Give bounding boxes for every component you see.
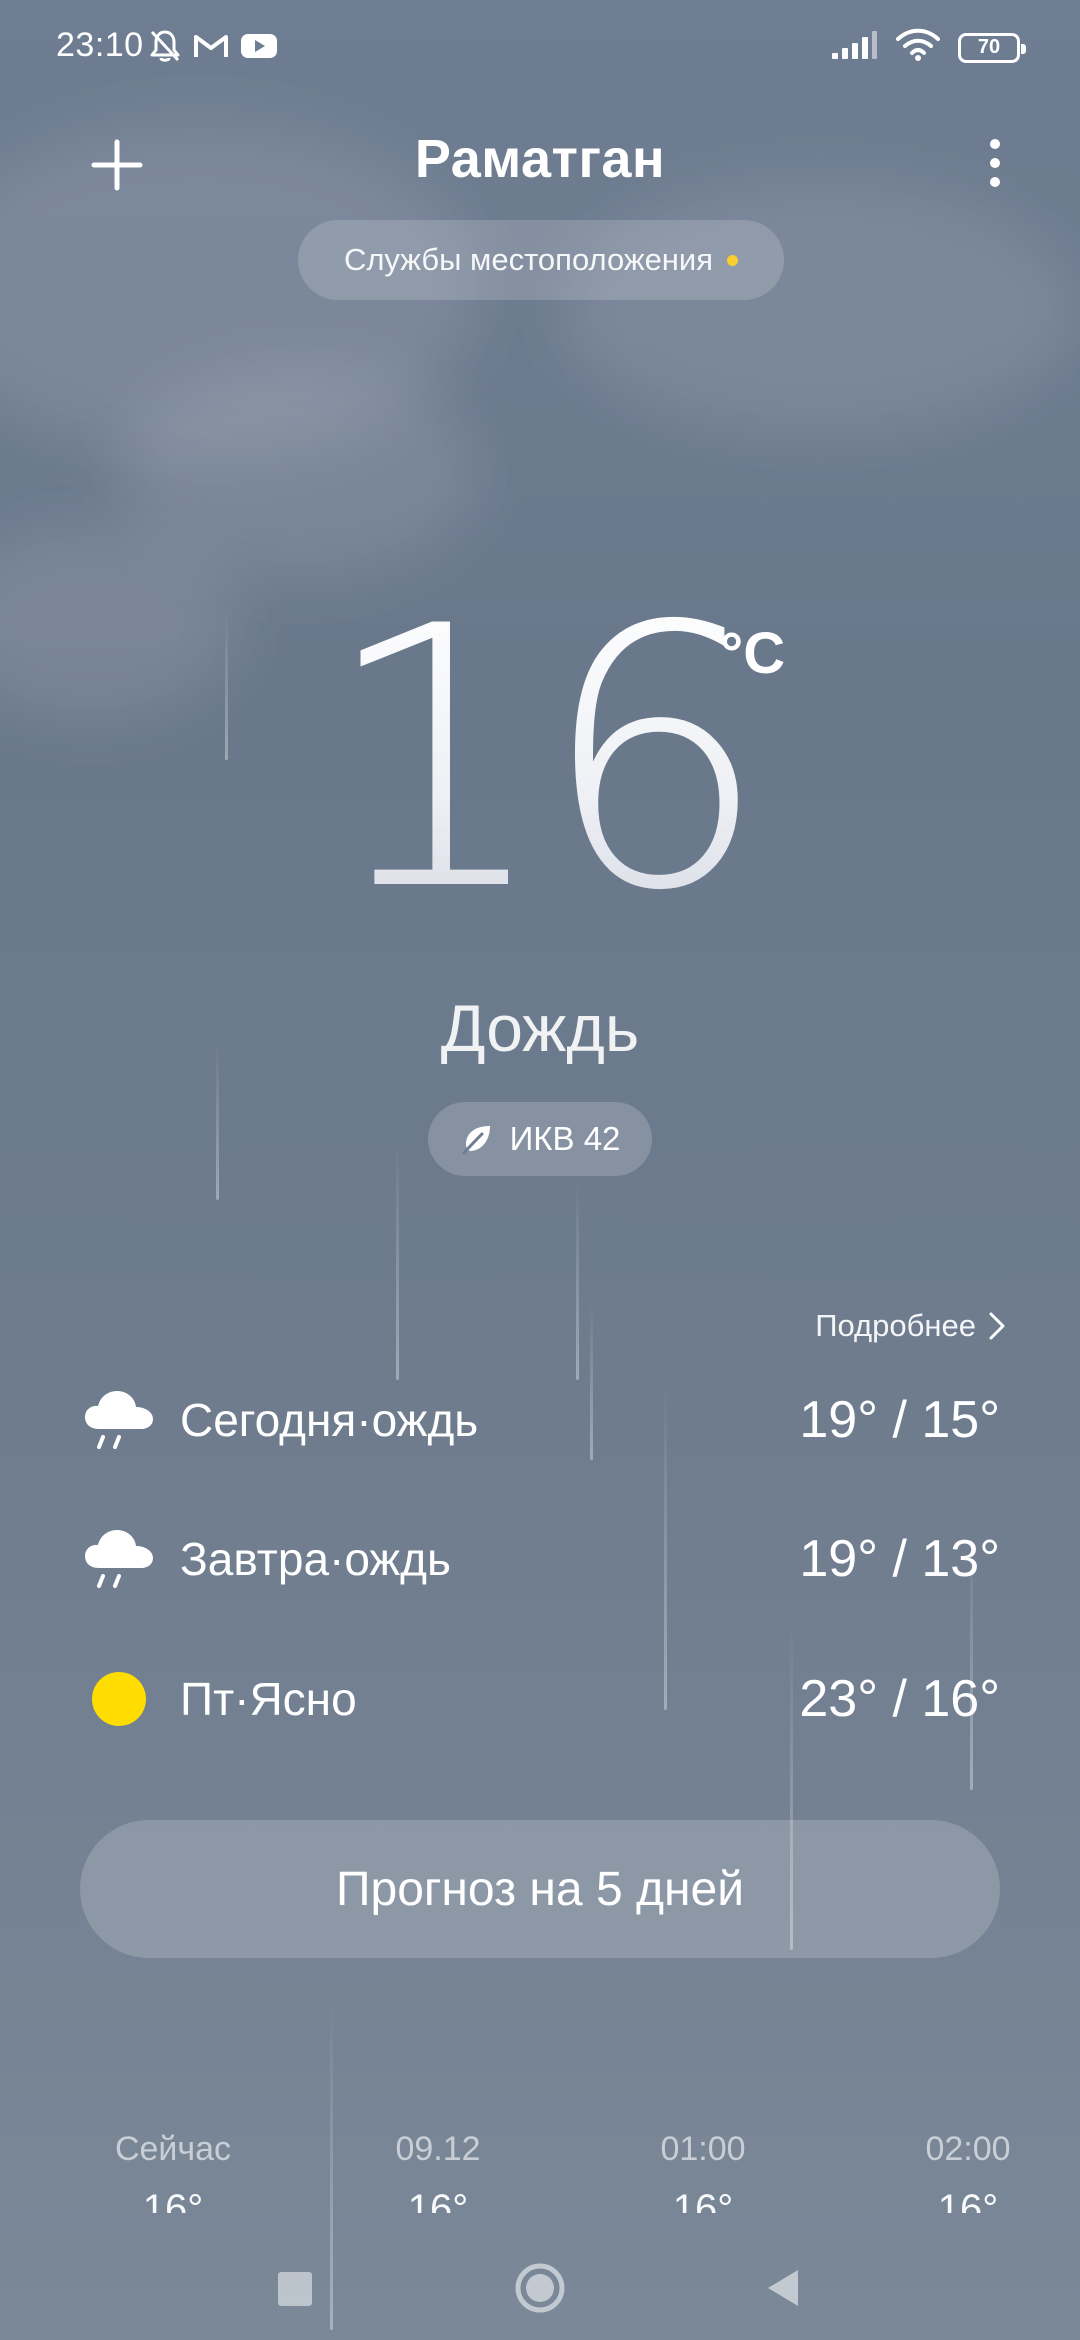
hourly-time: 09.12: [395, 2130, 481, 2168]
forecast-day-temps: 23° / 16°: [799, 1670, 1000, 1728]
hourly-item: Сейчас 16°: [73, 2130, 273, 2213]
forecast-day-temps: 19° / 13°: [799, 1530, 1000, 1588]
hourly-item: 02:00 16°: [868, 2130, 1068, 2213]
more-options-button[interactable]: [970, 130, 1020, 200]
hourly-temp: 16°: [937, 2187, 999, 2213]
more-details-link[interactable]: Подробнее: [815, 1308, 1008, 1344]
back-button[interactable]: [762, 2266, 802, 2310]
hourly-time: Сейчас: [114, 2130, 232, 2168]
more-vertical-icon: [990, 139, 1000, 187]
home-button[interactable]: [514, 2262, 566, 2314]
forecast-day-row[interactable]: Сегодня·ождь 19° / 15°: [80, 1375, 1000, 1465]
hourly-item: 01:00 16°: [603, 2130, 803, 2213]
sun-icon: [80, 1660, 158, 1738]
city-title: Раматган: [414, 129, 666, 189]
notification-icons: [148, 28, 278, 69]
temperature-unit: °C: [720, 621, 786, 686]
signal-icon: [830, 29, 878, 66]
current-condition: Дождь: [440, 991, 640, 1065]
forecast-day-row[interactable]: Завтра·ождь 19° / 13°: [80, 1514, 1000, 1604]
forecast-day-label: Завтра·ождь: [180, 1533, 451, 1585]
wifi-icon: [896, 28, 940, 67]
status-bar: 23:10 70: [0, 0, 1080, 96]
bell-off-icon: [148, 28, 182, 69]
current-temperature: 16: [0, 580, 1080, 940]
hourly-temp: 16°: [407, 2187, 469, 2213]
youtube-icon: [240, 31, 278, 66]
battery-indicator: 70: [958, 32, 1026, 63]
hourly-temp: 16°: [672, 2187, 734, 2213]
hourly-temp: 16°: [142, 2187, 204, 2213]
hourly-item: 09.12 16°: [338, 2130, 538, 2213]
aqi-label: ИКВ 42: [509, 1120, 621, 1157]
forecast-day-temps: 19° / 15°: [799, 1391, 1000, 1449]
status-dot: [727, 254, 739, 266]
more-details-label: Подробнее: [815, 1308, 976, 1343]
aqi-button[interactable]: ИКВ 42: [428, 1102, 652, 1176]
forecast-day-label: Пт·Ясно: [180, 1673, 357, 1725]
gmail-icon: [192, 31, 230, 66]
navigation-bar: [0, 2220, 1080, 2340]
hourly-time: 02:00: [925, 2130, 1011, 2168]
chevron-right-icon: [989, 1312, 1005, 1340]
home-circle-icon: [515, 2263, 565, 2313]
back-triangle-icon: [768, 2270, 798, 2306]
location-services-button[interactable]: Службы местоположения: [298, 220, 784, 300]
leaf-icon: [462, 1126, 490, 1155]
forecast-day-row[interactable]: Пт·Ясно 23° / 16°: [80, 1654, 1000, 1744]
status-time: 23:10: [56, 26, 144, 64]
five-day-forecast-button[interactable]: Прогноз на 5 дней: [80, 1820, 1000, 1958]
rain-cloud-icon: [80, 1520, 158, 1598]
recents-button[interactable]: [278, 2272, 312, 2306]
hourly-time: 01:00: [660, 2130, 746, 2168]
location-services-label: Службы местоположения: [343, 242, 714, 277]
rain-cloud-icon: [80, 1381, 158, 1459]
system-icons: 70: [830, 28, 1026, 67]
forecast-day-label: Сегодня·ождь: [180, 1394, 479, 1446]
